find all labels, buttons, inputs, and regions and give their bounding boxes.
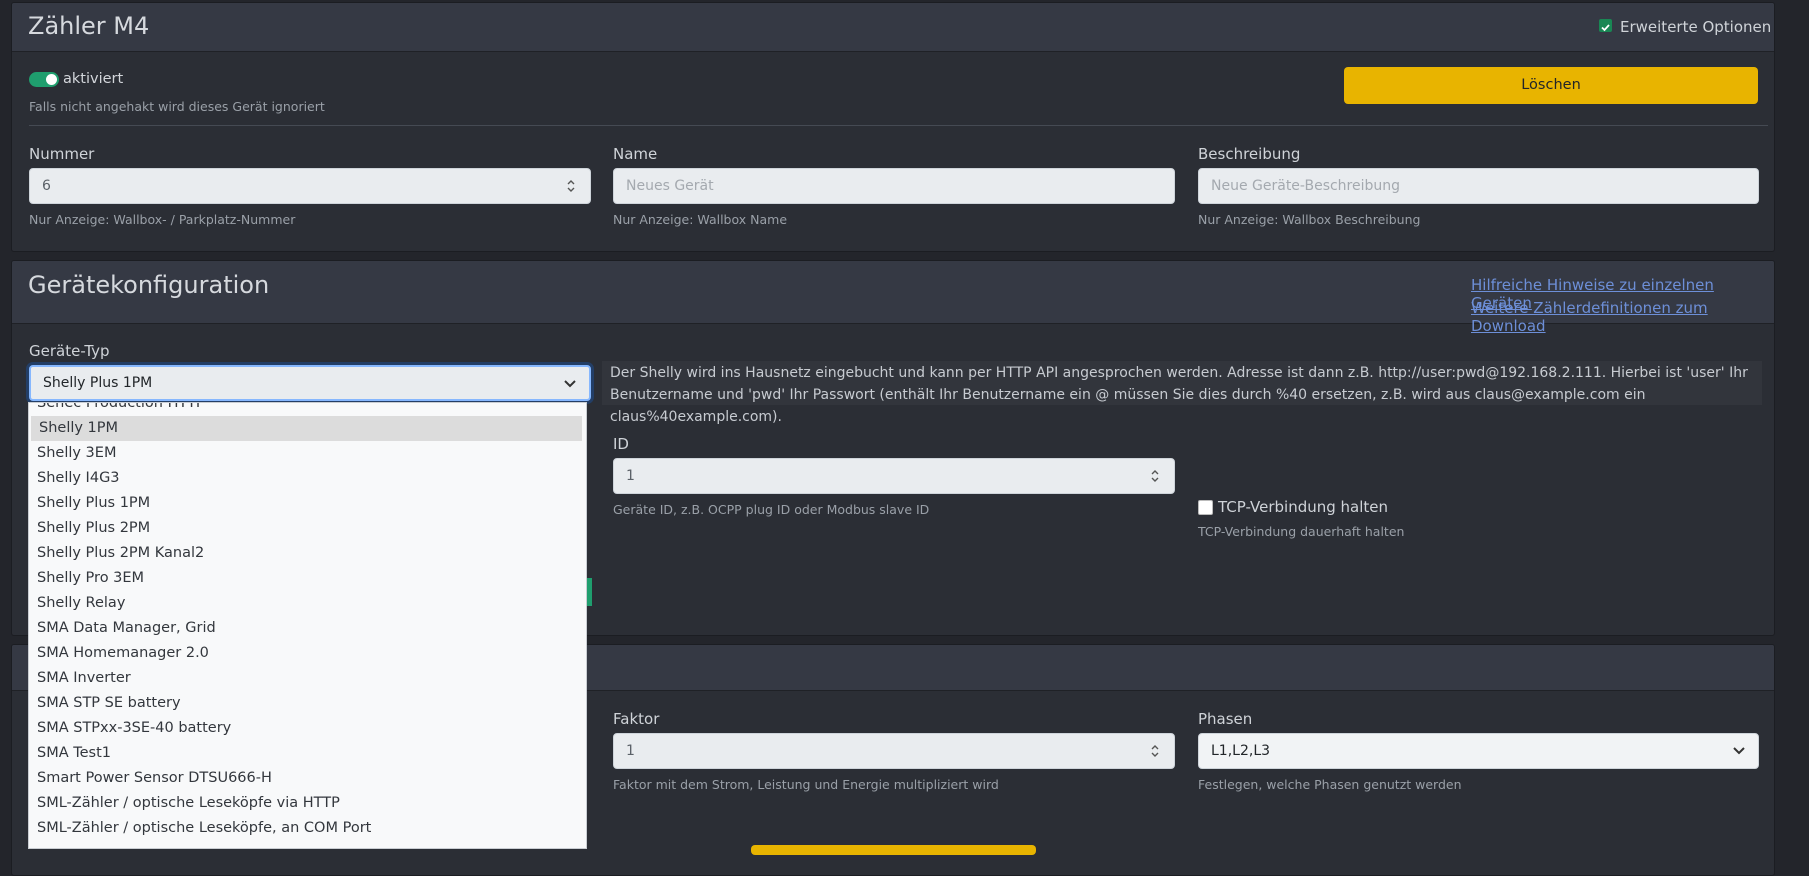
dropdown-option[interactable]: SML-Zähler / optische Leseköpfe via HTTP <box>29 791 586 816</box>
enabled-help: Falls nicht angehakt wird dieses Gerät i… <box>29 99 325 114</box>
advanced-options-label[interactable]: Erweiterte Optionen <box>1620 18 1771 36</box>
dropdown-option[interactable]: Shelly Relay <box>29 591 586 616</box>
dropdown-option[interactable]: Smart Power Sensor DTSU666-H <box>29 766 586 791</box>
toggle-knob <box>46 74 57 85</box>
dropdown-option[interactable]: SMA Test1 <box>29 741 586 766</box>
dropdown-option-selected[interactable]: Shelly 1PM <box>31 416 582 441</box>
phasen-select[interactable]: L1,L2,L3 <box>1198 733 1759 769</box>
spinner-icon[interactable] <box>566 177 576 195</box>
delete-button-label: Löschen <box>1521 77 1581 93</box>
spinner-icon[interactable] <box>1150 742 1160 760</box>
download-link[interactable]: Weitere Zählerdefinitionen zum Download <box>1471 299 1774 335</box>
beschreibung-label: Beschreibung <box>1198 145 1301 163</box>
beschreibung-placeholder: Neue Geräte-Beschreibung <box>1211 178 1401 194</box>
name-label: Name <box>613 145 658 163</box>
faktor-input[interactable]: 1 <box>613 733 1175 769</box>
bottom-yellow-button[interactable] <box>751 845 1036 855</box>
beschreibung-help: Nur Anzeige: Wallbox Beschreibung <box>1198 212 1421 227</box>
phasen-label: Phasen <box>1198 710 1253 728</box>
delete-button[interactable]: Löschen <box>1344 67 1758 104</box>
nummer-value: 6 <box>42 178 51 194</box>
name-input[interactable]: Neues Gerät <box>613 168 1175 204</box>
device-config-title: Gerätekonfiguration <box>28 271 270 299</box>
faktor-value: 1 <box>626 743 635 759</box>
advanced-options-checkbox[interactable] <box>1599 19 1612 32</box>
enabled-label: aktiviert <box>63 71 124 87</box>
meter-card-title: Zähler M4 <box>28 12 150 40</box>
dropdown-option[interactable]: SMA Inverter <box>29 666 586 691</box>
enabled-toggle[interactable] <box>29 72 59 87</box>
tcp-checkbox[interactable] <box>1198 500 1213 515</box>
device-description: Der Shelly wird ins Hausnetz eingebucht … <box>610 365 1748 425</box>
meter-card: Zähler M4 Erweiterte Optionen aktiviert … <box>11 2 1775 252</box>
dropdown-option[interactable]: SMA STPxx-3SE-40 battery <box>29 716 586 741</box>
phasen-help: Festlegen, welche Phasen genutzt werden <box>1198 777 1462 792</box>
beschreibung-input[interactable]: Neue Geräte-Beschreibung <box>1198 168 1759 204</box>
meter-card-header: Zähler M4 Erweiterte Optionen <box>12 3 1774 52</box>
faktor-label: Faktor <box>613 710 660 728</box>
check-icon <box>1601 24 1610 32</box>
phasen-value: L1,L2,L3 <box>1211 743 1271 759</box>
name-help: Nur Anzeige: Wallbox Name <box>613 212 788 227</box>
divider <box>29 125 1768 126</box>
device-description-box: Der Shelly wird ins Hausnetz eingebucht … <box>602 361 1762 425</box>
id-help: Geräte ID, z.B. OCPP plug ID oder Modbus… <box>613 502 930 517</box>
dropdown-option[interactable]: SML-Zähler / optische Leseköpfe, an COM … <box>29 816 586 841</box>
dropdown-option[interactable]: SMA Homemanager 2.0 <box>29 641 586 666</box>
device-type-dropdown[interactable]: Senec Production HTTP Shelly 1PM Shelly … <box>28 402 587 849</box>
name-placeholder: Neues Gerät <box>626 178 714 194</box>
nummer-help: Nur Anzeige: Wallbox- / Parkplatz-Nummer <box>29 212 296 227</box>
nummer-label: Nummer <box>29 145 95 163</box>
id-value: 1 <box>626 468 635 484</box>
dropdown-option[interactable]: Shelly Plus 2PM Kanal2 <box>29 541 586 566</box>
spinner-icon[interactable] <box>1150 467 1160 485</box>
tcp-label[interactable]: TCP-Verbindung halten <box>1218 498 1388 516</box>
dropdown-option[interactable]: Senec Production HTTP <box>29 403 586 416</box>
device-type-value: Shelly Plus 1PM <box>43 375 153 391</box>
tcp-help: TCP-Verbindung dauerhaft halten <box>1198 524 1405 539</box>
device-type-select[interactable]: Shelly Plus 1PM <box>29 365 591 401</box>
device-config-header: Gerätekonfiguration Hilfreiche Hinweise … <box>12 261 1774 335</box>
dropdown-option[interactable]: SMA STP SE battery <box>29 691 586 716</box>
dropdown-option[interactable]: Shelly Pro 3EM <box>29 566 586 591</box>
device-type-label: Geräte-Typ <box>29 342 110 360</box>
id-label: ID <box>613 435 629 453</box>
chevron-down-icon <box>1733 747 1745 755</box>
dropdown-option[interactable]: Shelly Plus 1PM <box>29 491 586 516</box>
dropdown-option[interactable]: Shelly 3EM <box>29 441 586 466</box>
dropdown-option[interactable]: Shelly Plus 2PM <box>29 516 586 541</box>
id-input[interactable]: 1 <box>613 458 1175 494</box>
faktor-help: Faktor mit dem Strom, Leistung und Energ… <box>613 777 999 792</box>
nummer-input[interactable]: 6 <box>29 168 591 204</box>
dropdown-option[interactable]: SMA Data Manager, Grid <box>29 616 586 641</box>
dropdown-option[interactable]: Shelly I4G3 <box>29 466 586 491</box>
chevron-down-icon <box>564 380 576 388</box>
